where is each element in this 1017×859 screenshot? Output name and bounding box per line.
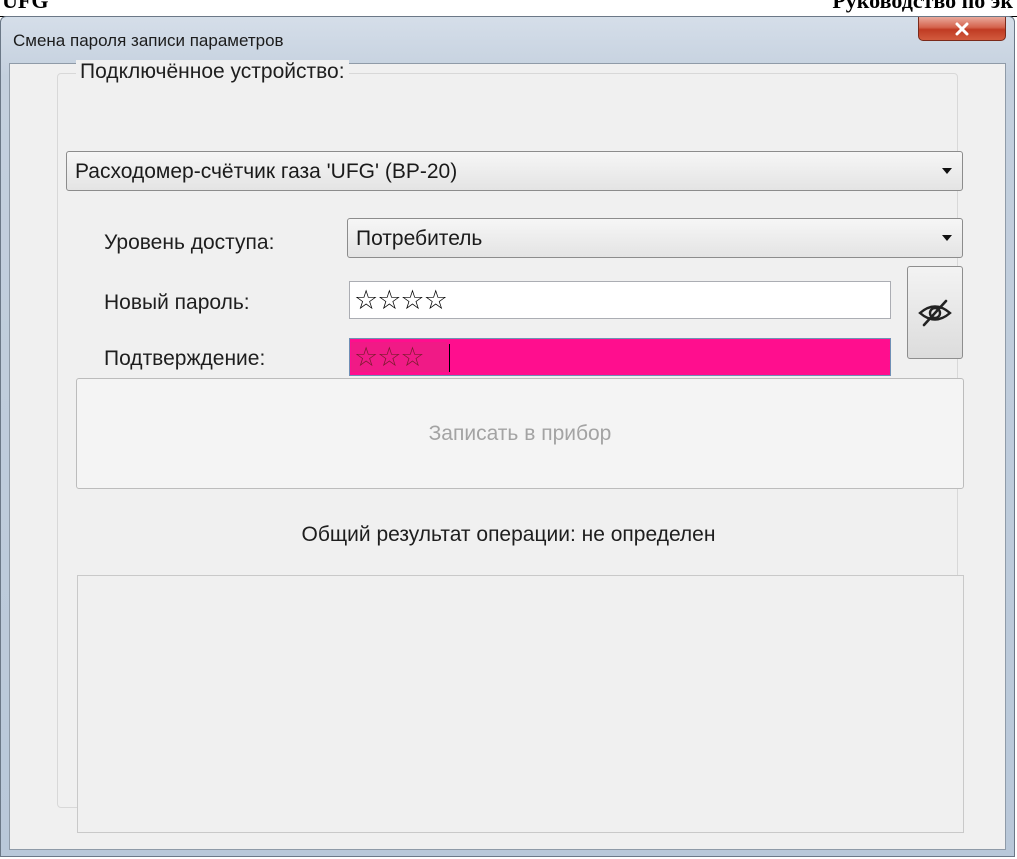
access-level-label: Уровень доступа: <box>104 231 275 254</box>
new-password-label: Новый пароль: <box>104 291 250 314</box>
chevron-down-icon <box>942 168 952 174</box>
close-button[interactable] <box>918 17 1006 41</box>
access-level-value: Потребитель <box>356 227 483 250</box>
eye-slash-icon <box>918 299 952 326</box>
confirm-password-value: ☆☆☆ <box>354 342 425 373</box>
text-caret <box>449 344 450 372</box>
chevron-down-icon <box>942 235 952 241</box>
document-header-right: Руководство по эк <box>832 0 1013 13</box>
access-level-select[interactable]: Потребитель <box>347 218 963 258</box>
write-to-device-button[interactable]: Записать в прибор <box>76 378 964 489</box>
new-password-field[interactable]: ☆☆☆☆ <box>349 281 891 319</box>
window-title: Смена пароля записи параметров <box>13 31 284 50</box>
device-select-value: Расходомер-счётчик газа 'UFG' (ВР-20) <box>75 160 458 183</box>
toggle-password-visibility-button[interactable] <box>907 266 963 359</box>
document-header-left: UFG <box>2 0 49 13</box>
operation-log-area[interactable] <box>77 575 964 833</box>
operation-result-status: Общий результат операции: не определен <box>301 523 716 546</box>
device-group-title: Подключённое устройство: <box>76 60 349 84</box>
confirm-password-label: Подтверждение: <box>104 347 266 370</box>
close-icon <box>955 22 969 35</box>
new-password-value: ☆☆☆☆ <box>354 285 448 316</box>
title-bar: Смена пароля записи параметров <box>1 17 1014 63</box>
confirm-password-field[interactable]: ☆☆☆ <box>349 338 891 376</box>
device-select[interactable]: Расходомер-счётчик газа 'UFG' (ВР-20) <box>66 151 963 191</box>
write-to-device-label: Записать в прибор <box>428 421 612 445</box>
document-header: UFG Руководство по эк <box>0 0 1017 17</box>
